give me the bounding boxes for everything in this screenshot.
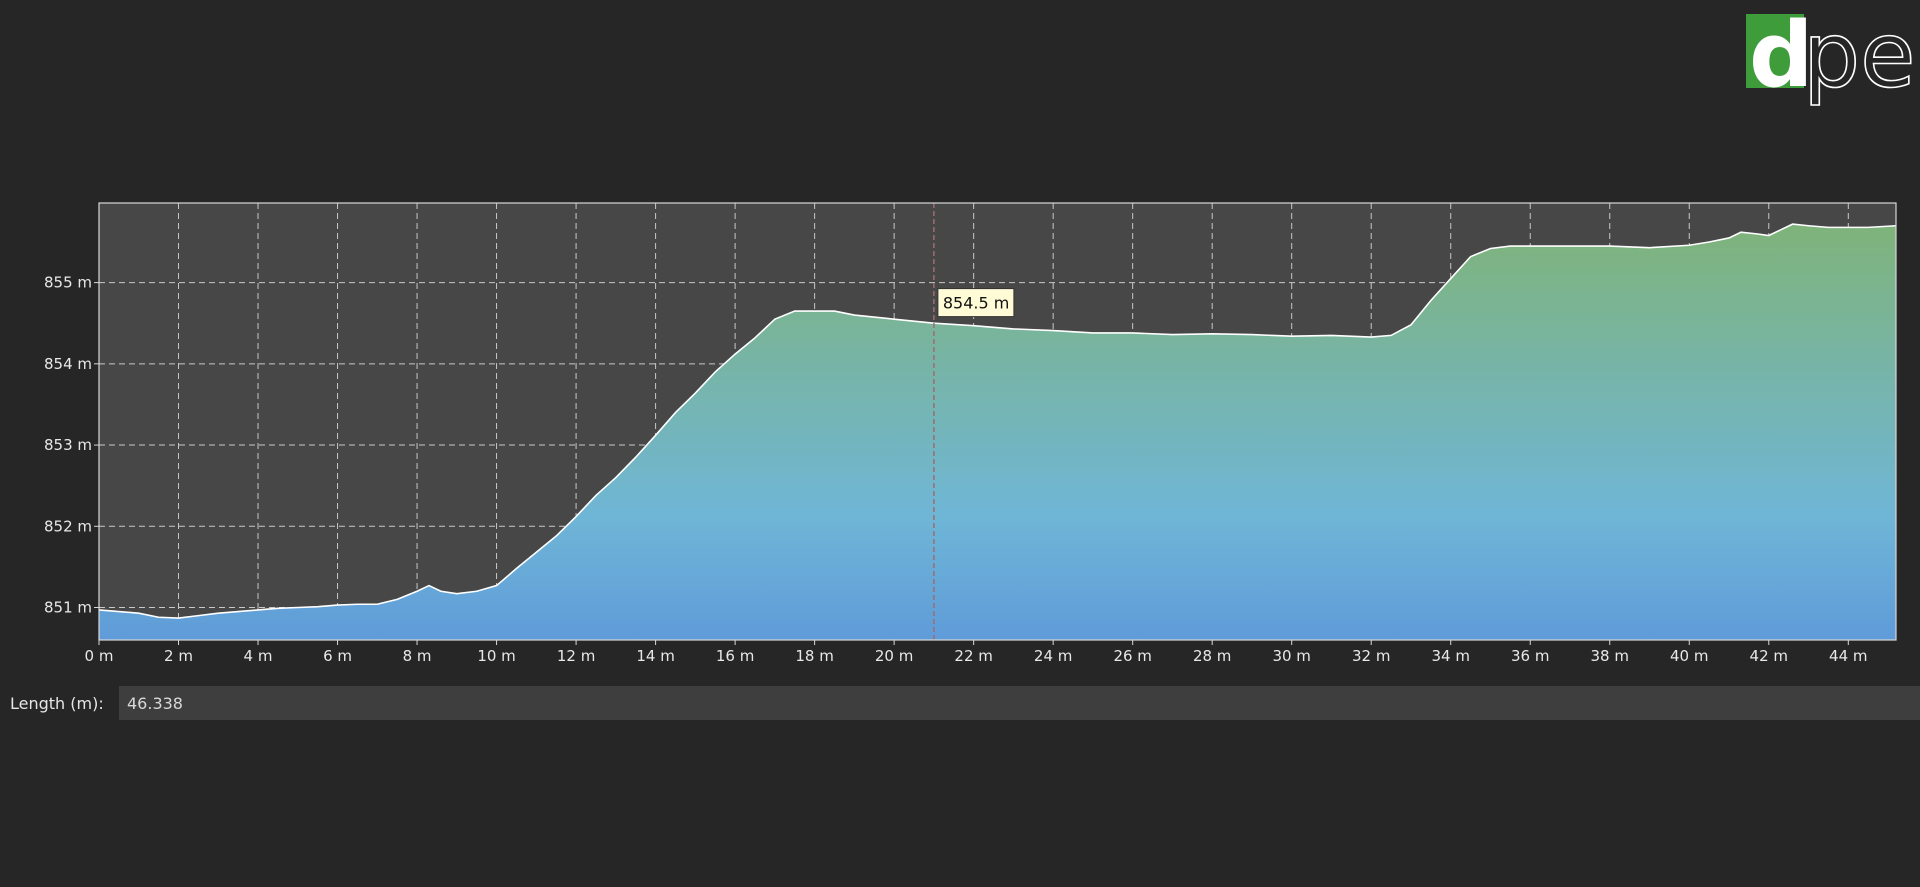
x-tick-label: 34 m (1431, 647, 1469, 665)
y-tick-label: 855 m (44, 274, 92, 292)
x-tick-label: 26 m (1113, 647, 1151, 665)
y-tick-label: 853 m (44, 436, 92, 454)
x-tick-label: 8 m (403, 647, 432, 665)
y-tick-label: 851 m (44, 599, 92, 617)
x-tick-label: 24 m (1034, 647, 1072, 665)
length-label: Length (m): (10, 694, 104, 713)
x-tick-label: 0 m (85, 647, 114, 665)
x-tick-label: 22 m (954, 647, 992, 665)
y-tick-label: 854 m (44, 355, 92, 373)
y-tick-label: 852 m (44, 517, 92, 535)
x-tick-label: 40 m (1670, 647, 1708, 665)
x-tick-label: 12 m (557, 647, 595, 665)
x-tick-label: 36 m (1511, 647, 1549, 665)
x-tick-label: 38 m (1591, 647, 1629, 665)
x-tick-label: 28 m (1193, 647, 1231, 665)
length-row: Length (m): (0, 686, 1920, 720)
x-tick-label: 20 m (875, 647, 913, 665)
x-tick-label: 32 m (1352, 647, 1390, 665)
length-value-field[interactable] (119, 686, 1920, 720)
x-tick-label: 14 m (636, 647, 674, 665)
elevation-profile-window: d pe 854.5 m 0 m2 m4 m6 m8 m 10 m 12 m 14 m… (0, 0, 1920, 887)
x-tick-label: 4 m (244, 647, 273, 665)
x-tick-label: 16 m (716, 647, 754, 665)
x-tick-label: 44 m (1829, 647, 1867, 665)
cursor-value-label: 854.5 m (943, 294, 1009, 313)
x-tick-label: 18 m (795, 647, 833, 665)
x-tick-label: 10 m (477, 647, 515, 665)
x-axis-ticks: 0 m 2 m 4 m 6 m 8 m 10 m 12 m 14 m 16 m 18 m 20 m 2… (85, 640, 1868, 665)
x-tick-label: 30 m (1272, 647, 1310, 665)
elevation-profile-chart[interactable]: 854.5 m 0 m 2 m 4 m 6 m 8 m 10 m 12 m 14 m 16 m 1… (0, 0, 1920, 686)
x-tick-label: 2 m (164, 647, 193, 665)
x-tick-label: 6 m (323, 647, 352, 665)
y-axis-ticks: 851 m 852 m 853 m 854 m 855 m (44, 274, 99, 617)
x-tick-label: 42 m (1750, 647, 1788, 665)
